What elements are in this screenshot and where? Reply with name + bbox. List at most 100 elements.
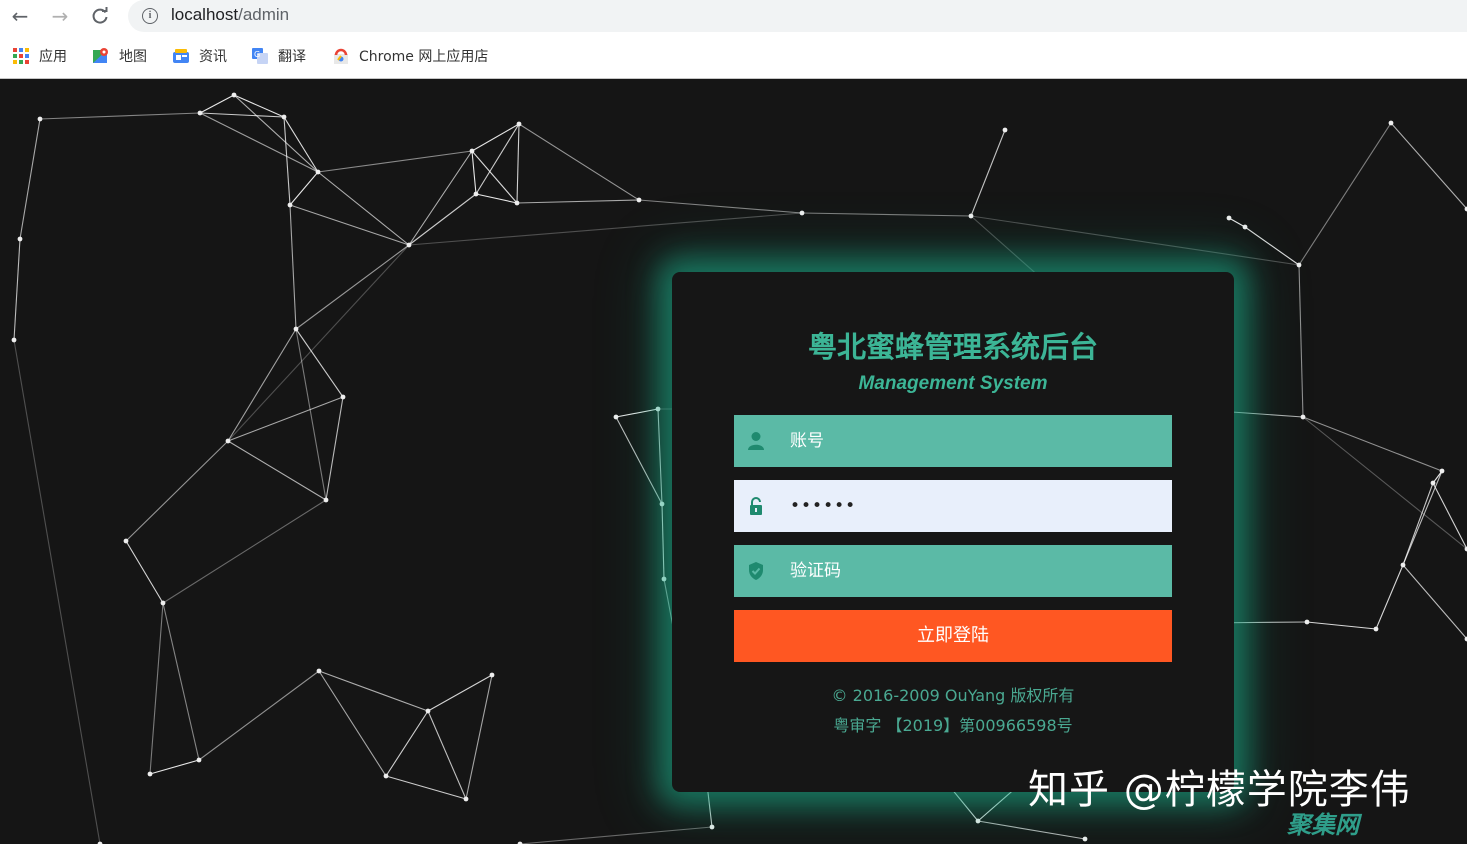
network-node [1304, 619, 1310, 625]
network-node [489, 672, 495, 678]
network-link [661, 503, 665, 580]
network-link [1298, 264, 1304, 418]
network-link [1390, 122, 1467, 210]
network-node [975, 818, 981, 824]
network-link [162, 499, 327, 604]
network-node [1388, 120, 1394, 126]
network-link [318, 670, 429, 712]
bookmark-label: 资讯 [199, 49, 227, 65]
network-link [970, 215, 1300, 266]
network-link [13, 238, 21, 341]
bookmark-translate[interactable]: G 翻译 [251, 46, 306, 66]
network-link [1298, 122, 1392, 266]
network-link [427, 674, 493, 712]
bookmark-web-store[interactable]: Chrome 网上应用店 [332, 46, 488, 66]
network-link [516, 123, 520, 204]
back-arrow-icon[interactable]: ← [7, 4, 33, 28]
network-link [289, 204, 297, 330]
network-link [125, 540, 164, 604]
login-submit-button[interactable]: 立即登陆 [734, 610, 1172, 662]
bookmark-news[interactable]: 资讯 [172, 46, 227, 66]
network-link [1432, 482, 1467, 550]
network-node [1430, 480, 1436, 486]
network-node [383, 773, 389, 779]
password-input[interactable] [790, 480, 1160, 532]
network-link [227, 396, 344, 442]
username-field[interactable] [734, 415, 1172, 467]
network-link [615, 408, 659, 418]
network-link [289, 204, 410, 246]
network-link [638, 199, 803, 214]
icp-license-text: 粤审字 【2019】第00966598号 [833, 716, 1073, 735]
network-node [225, 438, 231, 444]
svg-text:G: G [254, 50, 260, 59]
network-link [233, 94, 319, 173]
network-link [13, 339, 101, 844]
network-link [801, 212, 972, 217]
url-text: localhost/admin [171, 5, 289, 25]
login-panel: 粤北蜜蜂管理系统后台 Management System 账号 •••••• 验… [672, 272, 1234, 792]
network-link [227, 328, 297, 442]
reload-icon[interactable] [87, 4, 113, 28]
page-title: 粤北蜜蜂管理系统后台 [807, 330, 1098, 364]
network-link [1244, 226, 1300, 266]
network-link [199, 94, 235, 114]
user-icon [747, 431, 765, 451]
network-node [11, 337, 17, 343]
network-node [1373, 626, 1379, 632]
network-node [323, 497, 329, 503]
site-info-icon[interactable]: i [142, 8, 158, 24]
network-link [1228, 217, 1246, 228]
translate-icon: G [251, 47, 269, 65]
network-link [1302, 416, 1443, 472]
bookmark-label: 应用 [39, 49, 67, 65]
network-link [227, 440, 327, 501]
bookmarks-bar: 应用 地图 资讯 G 翻译 Chrome 网上应用店 [0, 33, 1467, 79]
network-link [977, 820, 1086, 840]
network-link [657, 408, 663, 505]
network-node [514, 200, 520, 206]
network-link [227, 244, 410, 442]
network-link [1402, 564, 1467, 640]
forward-arrow-icon[interactable]: → [47, 4, 73, 28]
username-input[interactable] [790, 415, 1160, 467]
lock-icon [747, 496, 765, 516]
network-node [516, 121, 522, 127]
page-subtitle: Management System [858, 373, 1048, 394]
web-store-icon [332, 47, 350, 65]
network-node [636, 197, 642, 203]
network-node [425, 708, 431, 714]
network-node [147, 771, 153, 777]
network-node [1002, 127, 1008, 133]
bookmark-maps[interactable]: 地图 [92, 46, 147, 66]
network-link [471, 150, 518, 204]
network-node [613, 414, 619, 420]
network-link [1302, 416, 1467, 550]
network-node [659, 501, 665, 507]
captcha-input[interactable] [790, 545, 1160, 597]
shield-check-icon [747, 561, 765, 581]
network-link [1402, 470, 1443, 566]
copyright-text: © 2016-2009 OuYang 版权所有 [831, 686, 1075, 705]
network-link [289, 171, 319, 206]
network-link [199, 112, 285, 118]
network-node [406, 242, 412, 248]
network-link [295, 328, 344, 398]
network-link [471, 123, 520, 152]
bookmark-label: 地图 [119, 49, 147, 65]
network-link [408, 212, 803, 246]
captcha-field[interactable] [734, 545, 1172, 597]
network-node [473, 191, 479, 197]
network-link [295, 328, 327, 501]
login-page: 粤北蜜蜂管理系统后台 Management System 账号 •••••• 验… [0, 79, 1467, 844]
browser-toolbar: ← → i localhost/admin [0, 0, 1467, 33]
network-node [968, 213, 974, 219]
address-bar[interactable]: i localhost/admin [128, 0, 1467, 32]
network-node [123, 538, 129, 544]
network-node [281, 114, 287, 120]
network-link [317, 171, 410, 246]
password-field[interactable] [734, 480, 1172, 532]
network-node [799, 210, 805, 216]
network-link [317, 150, 473, 173]
bookmark-apps[interactable]: 应用 [12, 46, 67, 66]
